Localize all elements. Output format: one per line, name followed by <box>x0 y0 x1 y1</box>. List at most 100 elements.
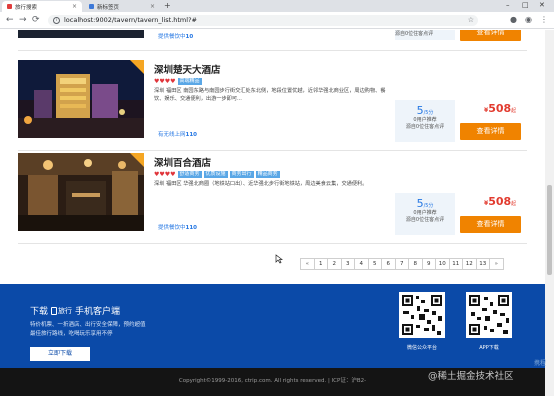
view-details-button[interactable]: 查看详情 <box>460 123 521 140</box>
hotel-tag: 高端精品 <box>177 78 202 85</box>
page-button[interactable]: 11 <box>448 258 463 270</box>
score-review-count: 源自0位住客点评 <box>405 217 445 223</box>
download-now-button[interactable]: 立即下载 <box>30 347 90 361</box>
hotel-name[interactable]: 深圳百合酒店 <box>154 155 211 169</box>
hotel-thumbnail[interactable] <box>18 60 144 138</box>
facility-link[interactable]: 提供餐饮中110 <box>158 223 197 231</box>
score-unit: /5分 <box>423 203 434 209</box>
profile-icon[interactable]: ● <box>510 15 517 25</box>
luggage-icon <box>51 306 58 315</box>
menu-icon[interactable]: ⋮ <box>540 15 548 25</box>
view-details-button[interactable]: 查看详情 <box>460 216 521 233</box>
score-unit: /5分 <box>423 110 434 116</box>
watermark-side: 携程 <box>534 360 547 367</box>
hotel-description: 深圳 福田区 华强北商圈（地铁站口出）、近华强北步行街地铁站，周边美食云集，交通… <box>154 181 368 187</box>
hotel-thumbnail <box>18 30 144 38</box>
rating-hearts-icon: ♥♥♥♥ <box>154 77 176 85</box>
url-text: localhost:9002/tavern/tavern_list.html?# <box>64 16 197 24</box>
next-page-button[interactable]: » <box>489 258 504 270</box>
view-details-button[interactable]: 查看详情 <box>460 30 521 41</box>
hotel-tags: ♥♥♥♥ 舒适商务 优质设施 商务出行 精品商务 <box>154 171 280 178</box>
tab-favicon-icon <box>89 4 94 9</box>
facility-link[interactable]: 有无线上网110 <box>158 130 197 138</box>
divider <box>18 50 527 51</box>
hotel-description: 深圳 福田区 南园东路与南园步行街交汇处东北侧，地段位置优越，近邻华强北商业区，… <box>154 88 386 102</box>
maximize-icon[interactable]: □ <box>522 1 529 9</box>
page-button[interactable]: 4 <box>354 258 369 270</box>
page-button[interactable]: 7 <box>394 258 409 270</box>
tab-travel-search[interactable]: 旅行搜索 × <box>2 1 82 12</box>
score-value: 5 <box>416 104 424 117</box>
page-button[interactable]: 2 <box>327 258 342 270</box>
hotel-tag: 商务出行 <box>229 171 254 178</box>
account-icon[interactable]: ◉ <box>525 15 532 25</box>
download-title: 下载 旅行 手机客户端 <box>30 306 121 317</box>
back-icon[interactable]: ← <box>6 15 14 25</box>
qr-code-wechat <box>399 292 445 338</box>
page-button[interactable]: 10 <box>435 258 450 270</box>
mouse-cursor-icon <box>275 254 283 264</box>
watermark: @稀土掘金技术社区 <box>428 371 514 382</box>
hotel-card: 深圳百合酒店 ♥♥♥♥ 舒适商务 优质设施 商务出行 精品商务 深圳 福田区 华… <box>18 153 527 241</box>
price-suffix: 起 <box>511 108 517 114</box>
score-box: 5/5分 0用户推荐 源自0位住客点评 <box>395 193 455 235</box>
score-review-count: 源自0位住客点评 <box>395 31 434 37</box>
divider <box>18 243 527 244</box>
pagination: « 1 2 3 4 5 6 7 8 9 10 11 12 13 » <box>300 258 504 270</box>
hotel-thumbnail[interactable] <box>18 153 144 231</box>
hotel-tag: 优质设施 <box>203 171 228 178</box>
prev-page-button[interactable]: « <box>300 258 315 270</box>
app-download-footer: 下载 旅行 手机客户端 特价机票、一折酒店、出行安全保障，预约超值 最佳旅行路线… <box>0 284 545 368</box>
page-viewport: 提供餐饮中10 源自0位住客点评 查看详情 深圳楚天大酒店 ♥♥♥♥ 高端精品 … <box>0 30 545 396</box>
price-value: 508 <box>488 195 512 208</box>
close-tab-icon[interactable]: × <box>150 3 155 10</box>
tab-new-tab[interactable]: 新标签页 × <box>84 1 160 12</box>
hotel-price: ¥508起 <box>484 195 516 208</box>
qr-label: APP下载 <box>479 345 499 351</box>
hotel-price: ¥508起 <box>484 102 516 115</box>
reload-icon[interactable]: ⟳ <box>32 15 40 25</box>
score-box: 源自0位住客点评 <box>395 30 455 40</box>
tab-label: 新标签页 <box>97 4 120 11</box>
page-button[interactable]: 3 <box>340 258 355 270</box>
price-value: 508 <box>488 102 512 115</box>
page-button[interactable]: 9 <box>421 258 436 270</box>
close-window-icon[interactable]: ✕ <box>539 1 545 9</box>
minimize-icon[interactable]: – <box>506 1 510 9</box>
forward-icon[interactable]: → <box>19 15 27 25</box>
page-button[interactable]: 1 <box>313 258 328 270</box>
page-button[interactable]: 6 <box>381 258 396 270</box>
price-suffix: 起 <box>511 201 517 207</box>
badge-ribbon <box>130 153 144 167</box>
divider <box>18 150 527 151</box>
score-box: 5/5分 0用户推荐 源自0位住客点评 <box>395 100 455 142</box>
tab-favicon-icon <box>7 4 12 9</box>
new-tab-button[interactable]: + <box>164 2 171 10</box>
address-toolbar: ← → ⟳ i localhost:9002/tavern/tavern_lis… <box>0 12 554 29</box>
qr-code-app <box>466 292 512 338</box>
badge-ribbon <box>130 60 144 74</box>
page-button[interactable]: 8 <box>408 258 423 270</box>
url-bar[interactable]: i localhost:9002/tavern/tavern_list.html… <box>48 15 478 26</box>
page-button[interactable]: 13 <box>475 258 490 270</box>
facility-link[interactable]: 提供餐饮中10 <box>158 32 193 40</box>
download-subtitle: 特价机票、一折酒店、出行安全保障，预约超值 最佳旅行路线，吃喝玩乐享用不停 <box>30 322 146 337</box>
browser-tab-bar: 旅行搜索 × 新标签页 × + – □ ✕ <box>0 0 554 12</box>
page-button[interactable]: 5 <box>367 258 382 270</box>
score-recommend: 0用户推荐 <box>413 117 437 123</box>
info-icon[interactable]: i <box>53 17 60 24</box>
rating-hearts-icon: ♥♥♥♥ <box>154 170 176 178</box>
bookmark-star-icon[interactable]: ☆ <box>468 15 474 26</box>
qr-label: 微信公众平台 <box>406 345 437 351</box>
score-recommend: 0用户推荐 <box>413 210 437 216</box>
brand-logo: 旅行 <box>51 306 72 316</box>
hotel-tag: 精品商务 <box>255 171 280 178</box>
page-button[interactable]: 12 <box>462 258 477 270</box>
hotel-name[interactable]: 深圳楚天大酒店 <box>154 62 221 76</box>
hotel-tags: ♥♥♥♥ 高端精品 <box>154 78 202 85</box>
score-review-count: 源自0位住客点评 <box>405 124 445 130</box>
scrollbar-thumb[interactable] <box>547 185 552 275</box>
close-tab-icon[interactable]: × <box>72 3 77 10</box>
hotel-tag: 舒适商务 <box>177 171 202 178</box>
tab-label: 旅行搜索 <box>15 4 38 11</box>
